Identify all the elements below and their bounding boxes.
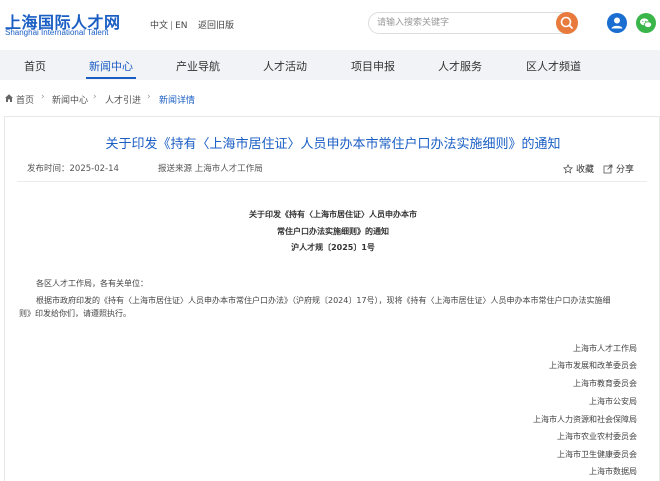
doc-title-line-2: 常住户口办法实施细则》的通知 (277, 227, 389, 236)
article-source: 报送来源 上海市人才工作局 (158, 164, 263, 174)
wechat-button[interactable] (636, 13, 656, 33)
doc-paragraph-line-2: 则》印发给你们，请遵照执行。 (19, 309, 131, 318)
article-title: 关于印发《持有〈上海市居住证〉人员申办本市常住户口办法实施细则》的通知 (105, 137, 561, 152)
share-label: 分享 (616, 165, 635, 175)
user-account-button[interactable] (607, 13, 627, 33)
search-button[interactable] (556, 12, 578, 34)
nav-item-industry-guide[interactable]: 产业导航 (176, 58, 220, 74)
search-icon (560, 16, 573, 29)
share-button[interactable]: 分享 (603, 162, 634, 175)
breadcrumb-talent-intro[interactable]: 人才引进 (105, 93, 141, 106)
signatory: 上海市卫生健康委员会 (557, 450, 637, 459)
site-header: 上海国际人才网 Shanghai International Talent 中文… (0, 0, 660, 48)
back-to-old-version-link[interactable]: 返回旧版 (198, 18, 234, 31)
signatory: 上海市人力资源和社会保障局 (533, 415, 637, 424)
breadcrumb: 首页 › 新闻中心 › 人才引进 › 新闻详情 (0, 86, 660, 108)
breadcrumb-current: 新闻详情 (159, 96, 196, 106)
nav-item-news-center[interactable]: 新闻中心 (89, 58, 133, 74)
article-panel: 关于印发《持有〈上海市居住证〉人员申办本市常住户口办法实施细则》的通知 发布时间… (4, 116, 660, 481)
nav-item-talent-events[interactable]: 人才活动 (263, 58, 307, 74)
meta-divider (17, 181, 647, 182)
breadcrumb-separator-icon: › (93, 92, 97, 102)
home-icon (5, 94, 13, 102)
main-nav: 首页 新闻中心 产业导航 人才活动 项目申报 人才服务 区人才频道 (0, 50, 660, 80)
doc-greeting: 各区人才工作局，各有关单位： (36, 279, 148, 288)
nav-active-indicator (86, 77, 136, 79)
signatory: 上海市农业农村委员会 (557, 432, 637, 441)
signatory: 上海市公安局 (589, 397, 637, 406)
doc-paragraph-line-1: 根据市政府印发的《持有〈上海市居住证〉人员申办本市常住户口办法》（沪府规〔202… (36, 296, 611, 305)
nav-item-home[interactable]: 首页 (24, 58, 46, 74)
breadcrumb-separator-icon: › (147, 92, 151, 102)
nav-item-district-talent-channel[interactable]: 区人才频道 (526, 58, 581, 74)
search-input[interactable] (377, 16, 547, 30)
language-switcher: 中文 | EN (150, 18, 187, 31)
signatory: 上海市人才工作局 (573, 344, 637, 353)
doc-number: 沪人才规〔2025〕1号 (291, 243, 375, 252)
site-logo-english[interactable]: Shanghai International Talent (5, 28, 109, 37)
share-icon (603, 164, 613, 174)
favorite-label: 收藏 (576, 165, 595, 175)
lang-chinese-link[interactable]: 中文 (150, 21, 168, 31)
star-icon (562, 163, 574, 174)
user-icon (611, 17, 623, 29)
breadcrumb-separator-icon: › (41, 92, 45, 102)
signatory: 上海市发展和改革委员会 (549, 361, 637, 370)
lang-separator: | (170, 21, 174, 31)
breadcrumb-news-center[interactable]: 新闻中心 (52, 93, 88, 106)
lang-english-link[interactable]: EN (175, 21, 187, 31)
signatory: 上海市教育委员会 (573, 379, 637, 388)
favorite-button[interactable]: 收藏 (562, 162, 595, 175)
signatory: 上海市数据局 (589, 467, 637, 476)
nav-item-talent-services[interactable]: 人才服务 (438, 58, 482, 74)
publish-time: 发布时间：2025-02-14 (27, 164, 119, 174)
breadcrumb-home[interactable]: 首页 (16, 93, 34, 106)
search-box (368, 12, 578, 34)
doc-title-line-1: 关于印发《持有〈上海市居住证〉人员申办本市 (249, 210, 417, 219)
nav-item-project-application[interactable]: 项目申报 (351, 58, 395, 74)
wechat-icon (640, 18, 652, 28)
